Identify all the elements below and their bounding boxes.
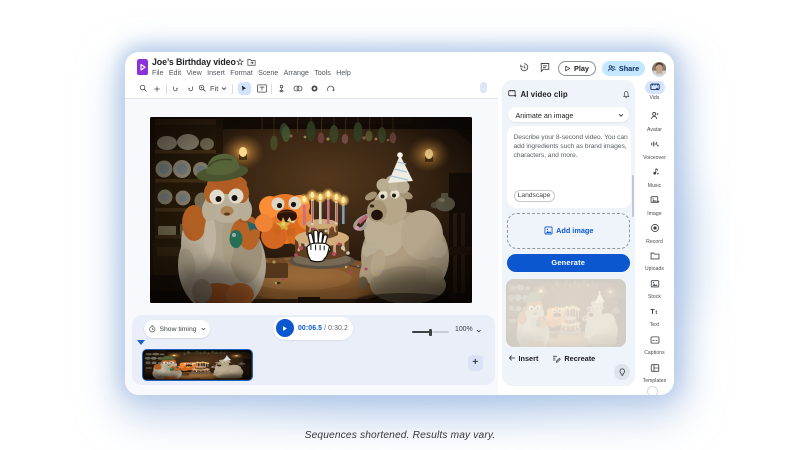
svg-text:T: T bbox=[650, 308, 655, 316]
svg-text:t: t bbox=[655, 310, 657, 316]
